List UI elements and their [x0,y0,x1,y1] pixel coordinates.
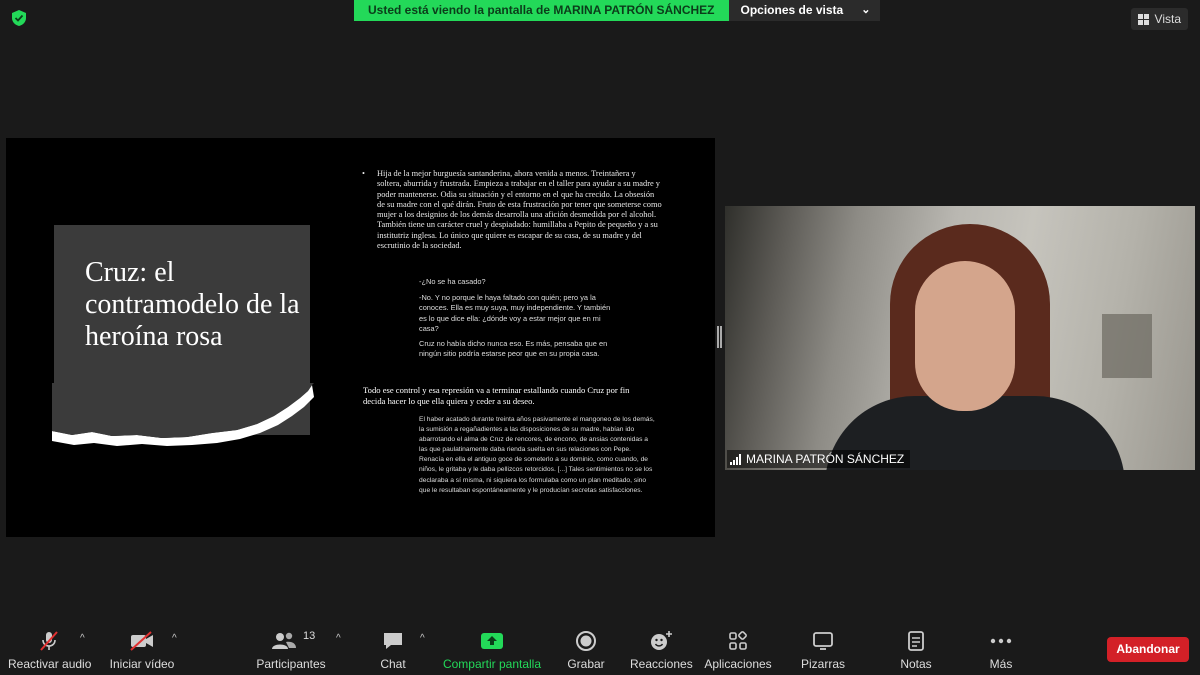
grid-view-icon [1137,13,1149,25]
toolbar-label: Más [989,657,1013,671]
shared-screen: Cruz: el contramodelo de la heroína rosa… [6,138,715,537]
toolbar-label: Iniciar vídeo [109,657,175,671]
view-options-button[interactable]: Opciones de vista ⌄ [728,0,881,21]
video-off-icon [108,628,176,654]
toolbar-label: Pizarras [800,657,845,671]
leave-meeting-button[interactable]: Abandonar [1107,637,1189,662]
participants-button[interactable]: 13 Participantes [255,628,327,671]
participant-name: MARINA PATRÓN SÁNCHEZ [746,452,905,466]
wall-picture [1102,314,1152,378]
reactions-button[interactable]: Reacciones [630,628,693,671]
participants-caret-icon[interactable]: ^ [336,633,341,644]
apps-icon [704,628,772,654]
quote-line: -¿No se ha casado? [419,277,486,286]
toolbar-label: Compartir pantalla [442,657,542,671]
notes-icon [896,628,936,654]
chat-caret-icon[interactable]: ^ [420,633,425,644]
chevron-down-icon: ⌄ [861,4,871,16]
chat-button[interactable]: Chat [370,628,416,671]
record-button[interactable]: Grabar [564,628,608,671]
participant-face [915,261,1015,411]
bullet-paragraph: • Hija de la mejor burguesía santanderin… [362,169,662,251]
video-options-caret-icon[interactable]: ^ [172,633,177,644]
view-button-label: Vista [1154,12,1181,26]
microphone-muted-icon [8,628,90,654]
screen-share-banner: Usted está viendo la pantalla de MARINA … [354,0,881,21]
sharing-message: Usted está viendo la pantalla de MARINA … [354,0,729,21]
resize-handle[interactable] [717,326,722,348]
view-options-label: Opciones de vista [740,3,844,17]
toolbar-label: Aplicaciones [704,657,772,671]
notes-button[interactable]: Notas [896,628,936,671]
participant-name-tag: MARINA PATRÓN SÁNCHEZ [727,450,911,468]
toolbar-label: Chat [380,657,406,671]
view-button[interactable]: Vista [1130,8,1188,30]
summary-paragraph: Todo ese control y esa represión va a te… [363,385,630,406]
long-quote: El haber acatado durante treinta años pa… [419,416,655,494]
toolbar-label: Reactivar audio [8,657,92,671]
apps-button[interactable]: Aplicaciones [704,628,772,671]
share-screen-icon [442,628,542,654]
bullet-text: Hija de la mejor burguesía santanderina,… [377,169,662,251]
more-button[interactable]: Más [984,628,1018,671]
whiteboards-button[interactable]: Pizarras [800,628,846,671]
slide-title: Cruz: el contramodelo de la heroína rosa [85,257,300,352]
share-screen-button[interactable]: Compartir pantalla [442,628,542,671]
bullet-dot: • [362,169,365,178]
quote-paragraph: -No. Y no porque le haya faltado con qui… [419,293,611,333]
toolbar-label: Notas [900,657,932,671]
shield-check-icon[interactable] [9,8,29,28]
signal-strength-icon [730,453,741,465]
audio-options-caret-icon[interactable]: ^ [80,633,85,644]
toolbar-label: Grabar [567,657,605,671]
record-icon [564,628,608,654]
chat-icon [370,628,416,654]
torn-paper-decoration [52,383,314,446]
whiteboard-icon [800,628,846,654]
meeting-toolbar: Reactivar audio ^ Iniciar vídeo ^ 13 Par… [0,620,1200,675]
quote-paragraph: Cruz no había dicho nunca eso. Es más, p… [419,339,608,359]
more-icon [984,628,1018,654]
start-video-button[interactable]: Iniciar vídeo [108,628,176,671]
participant-count: 13 [303,630,316,642]
participant-video[interactable]: MARINA PATRÓN SÁNCHEZ [725,206,1195,470]
participants-icon: 13 [255,628,327,654]
toolbar-label: Participantes [256,657,326,671]
toolbar-label: Reacciones [630,657,693,671]
reactions-icon [630,628,692,654]
unmute-button[interactable]: Reactivar audio [8,628,92,671]
